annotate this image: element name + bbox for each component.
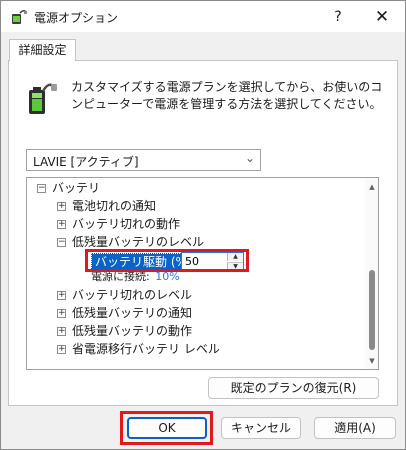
tree-node-label: 低残量バッテリの動作 [72,324,193,338]
scroll-up-icon[interactable]: ▲ [367,182,377,192]
apply-button[interactable]: 適用(A) [314,417,396,439]
plugged-in-setting[interactable]: 電源に接続: 10% [91,269,180,284]
tree-node-label: バッテリ [52,181,101,195]
tree-node-label: 低残量バッテリの通知 [72,306,193,320]
collapse-icon[interactable]: − [37,184,46,193]
help-button[interactable]: ? [323,5,353,29]
expand-icon[interactable]: + [57,345,66,354]
tree-scrollbar[interactable]: ▲ ▼ [365,178,378,369]
tree-node-label: バッテリ切れのレベル [72,288,193,302]
expand-icon[interactable]: + [57,309,66,318]
tree-node-label: 低残量バッテリのレベル [72,235,205,249]
power-options-window: 電源オプション ? ✕ 詳細設定 カスタマイズする電源プランを選択してから、お使… [0,0,406,450]
close-button[interactable]: ✕ [367,5,397,29]
settings-tree[interactable]: − バッテリ + 電池切れの通知 + バッテリ切れの動作 − 低残量バッテリのレ… [26,177,379,370]
expand-icon[interactable]: + [57,202,66,211]
expand-icon[interactable]: + [57,327,66,336]
scroll-down-icon[interactable]: ▼ [367,356,377,366]
spin-down-icon[interactable]: ▼ [227,262,243,270]
plugged-in-value[interactable]: 10% [155,270,179,283]
collapse-icon[interactable]: − [57,238,66,247]
tree-node-label: 電池切れの通知 [72,199,157,213]
scroll-thumb[interactable] [369,270,375,350]
title-bar: 電源オプション ? ✕ [1,1,405,32]
cancel-button[interactable]: キャンセル [221,417,301,439]
ok-button[interactable]: OK [127,417,207,439]
spin-up-icon[interactable]: ▲ [227,253,243,261]
chevron-down-icon: ⌄ [244,151,255,165]
tree-node-label: 省電源移行バッテリ レベル [72,342,220,356]
power-plan-selected: LAVIE [アクティブ] [33,155,139,169]
plugged-in-label: 電源に接続: [91,270,150,283]
description-text: カスタマイズする電源プランを選択してから、お使いのコンピューターで電源を管理する… [71,80,383,111]
restore-defaults-button[interactable]: 既定のプランの復元(R) [208,377,379,399]
expand-icon[interactable]: + [57,291,66,300]
tree-node-label: バッテリ切れの動作 [72,217,181,231]
power-plan-dropdown[interactable]: LAVIE [アクティブ] ⌄ [26,149,261,171]
on-battery-value-input[interactable] [183,254,225,269]
on-battery-spinbox[interactable]: ▲ ▼ [181,252,244,271]
tab-advanced-settings[interactable]: 詳細設定 [9,39,76,61]
expand-icon[interactable]: + [57,220,66,229]
window-title: 電源オプション [34,11,119,25]
battery-plug-icon [29,83,57,114]
power-options-icon [12,9,27,24]
